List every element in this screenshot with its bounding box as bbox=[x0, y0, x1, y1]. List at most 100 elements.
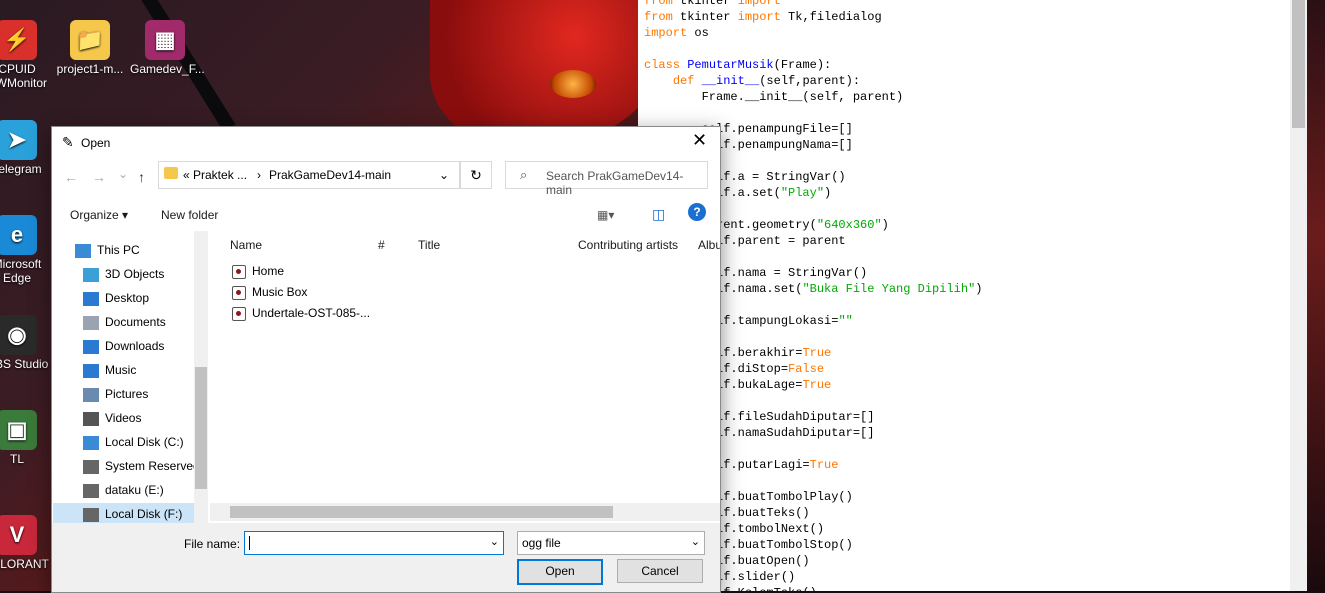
navigation-scrollbar-thumb[interactable] bbox=[195, 367, 207, 489]
desktop-shortcut[interactable]: ⚡ CPUIDHWMonitor bbox=[0, 20, 52, 90]
forward-arrow-icon[interactable]: → bbox=[92, 169, 106, 185]
code-token: (Frame): bbox=[773, 58, 832, 72]
code-token: class bbox=[644, 58, 681, 72]
music-icon bbox=[83, 363, 99, 378]
code-token: "Buka File Yang Dipilih" bbox=[802, 282, 976, 296]
file-list[interactable]: Name # Title Contributing artists Album … bbox=[210, 231, 720, 503]
wallpaper-eye bbox=[550, 70, 596, 98]
nav-item-label: This PC bbox=[97, 243, 140, 257]
code-editor[interactable]: from tkinter import * from tkinter import… bbox=[638, 0, 1290, 591]
address-bar[interactable]: « Praktek ... › PrakGameDev14-main ⌄ bbox=[158, 161, 460, 189]
new-folder-button[interactable]: New folder bbox=[161, 208, 218, 222]
column-header-album[interactable]: Album bbox=[698, 238, 720, 252]
file-row[interactable]: Home bbox=[232, 261, 284, 282]
column-header-number[interactable]: # bbox=[378, 238, 385, 252]
navigation-scrollbar[interactable] bbox=[194, 231, 208, 523]
refresh-button[interactable]: ↻ bbox=[460, 161, 492, 189]
file-name: Music Box bbox=[252, 285, 308, 299]
desktop-shortcut[interactable]: V VALORANT bbox=[0, 515, 52, 571]
file-list-scrollbar-thumb[interactable] bbox=[230, 506, 613, 518]
file-name-input[interactable]: ⌄ bbox=[244, 531, 504, 555]
editor-scrollbar-thumb[interactable] bbox=[1292, 0, 1305, 128]
disk-icon bbox=[83, 483, 99, 498]
video-icon bbox=[83, 411, 99, 426]
organize-button[interactable]: Organize ▾ bbox=[70, 208, 128, 222]
nav-item-label: Music bbox=[105, 363, 137, 377]
app-icon: ▦ bbox=[145, 20, 185, 60]
navigation-pane[interactable]: This PC 3D Objects Desktop Documents Downloa… bbox=[53, 231, 208, 523]
nav-item[interactable]: Pictures bbox=[83, 383, 148, 405]
view-options-icon[interactable]: ▦▾ bbox=[597, 208, 614, 222]
up-arrow-icon[interactable]: ↑ bbox=[138, 169, 145, 185]
cancel-button[interactable]: Cancel bbox=[617, 559, 703, 583]
desktop-shortcut[interactable]: ▣ TL bbox=[0, 410, 52, 466]
file-list-horizontal-scrollbar[interactable] bbox=[210, 503, 720, 521]
audio-file-icon bbox=[232, 285, 246, 300]
nav-item[interactable]: Videos bbox=[83, 407, 141, 429]
file-name: Undertale-OST-085-... bbox=[252, 306, 371, 320]
code-line: def __init__(self,parent): bbox=[638, 73, 860, 89]
code-token: from bbox=[644, 10, 673, 24]
code-token: ) bbox=[824, 186, 832, 200]
search-box[interactable]: ⌕ Search PrakGameDev14-main bbox=[505, 161, 708, 197]
nav-item[interactable]: System Reserved bbox=[83, 455, 200, 477]
column-header-artists[interactable]: Contributing artists bbox=[578, 238, 678, 252]
file-type-dropdown-icon[interactable]: ⌄ bbox=[691, 535, 700, 548]
document-icon bbox=[83, 315, 99, 330]
code-token: import bbox=[737, 10, 781, 24]
nav-item[interactable]: This PC bbox=[75, 239, 140, 261]
file-name-dropdown-icon[interactable]: ⌄ bbox=[490, 535, 499, 548]
breadcrumb-parent[interactable]: « Praktek ... bbox=[183, 168, 247, 182]
close-icon[interactable]: ✕ bbox=[692, 130, 707, 151]
breadcrumb-current[interactable]: PrakGameDev14-main bbox=[269, 168, 391, 182]
disk-icon bbox=[83, 459, 99, 474]
nav-item[interactable]: Desktop bbox=[83, 287, 149, 309]
desktop-shortcut-label: project1-m... bbox=[56, 62, 124, 76]
code-token: False bbox=[788, 362, 825, 376]
code-token: "Play" bbox=[780, 186, 825, 200]
file-row[interactable]: Undertale-OST-085-... bbox=[232, 303, 370, 324]
desktop-shortcut[interactable]: 📁 project1-m... bbox=[55, 20, 125, 76]
back-arrow-icon[interactable]: ← bbox=[64, 169, 78, 185]
nav-item[interactable]: Documents bbox=[83, 311, 166, 333]
desktop-wallpaper-edge bbox=[1307, 0, 1325, 591]
nav-item[interactable]: dataku (E:) bbox=[83, 479, 164, 501]
nav-item-label: Videos bbox=[105, 411, 142, 425]
code-token: tkinter bbox=[672, 0, 738, 8]
column-header-name[interactable]: Name bbox=[230, 238, 262, 252]
dialog-toolbar: Organize ▾ New folder ▦▾ ◫ bbox=[52, 201, 720, 229]
open-button[interactable]: Open bbox=[517, 559, 603, 585]
file-row[interactable]: Music Box bbox=[232, 282, 307, 303]
audio-file-icon bbox=[232, 264, 246, 279]
desktop-shortcut[interactable]: ◉ OBS Studio bbox=[0, 315, 52, 371]
nav-item-label: Local Disk (C:) bbox=[105, 435, 184, 449]
open-file-dialog: ✎ Open ✕ ← → ⌄ ↑ « Praktek ... › PrakGam… bbox=[51, 126, 721, 593]
nav-item[interactable]: Local Disk (F:) bbox=[53, 503, 203, 523]
folder-icon bbox=[164, 167, 178, 179]
editor-scrollbar[interactable] bbox=[1290, 0, 1307, 591]
desktop-shortcut-label: Telegram bbox=[0, 162, 42, 176]
file-type-select[interactable]: ogg file ⌄ bbox=[517, 531, 705, 555]
nav-item[interactable]: Downloads bbox=[83, 335, 164, 357]
nav-item[interactable]: Music bbox=[83, 359, 136, 381]
desktop-shortcut[interactable]: ➤ Telegram bbox=[0, 120, 52, 176]
desktop-shortcut[interactable]: ▦ Gamedev_F... bbox=[130, 20, 205, 76]
code-line: from tkinter import Tk,filedialog bbox=[638, 9, 882, 25]
address-dropdown-icon[interactable]: ⌄ bbox=[439, 168, 449, 182]
desktop-shortcut-label: OBS Studio bbox=[0, 357, 49, 371]
desktop-shortcut-label: Microsoft bbox=[0, 257, 42, 271]
nav-item-label: Downloads bbox=[105, 339, 165, 353]
help-icon[interactable]: ? bbox=[688, 203, 706, 221]
dialog-title-bar[interactable]: ✎ Open ✕ bbox=[52, 127, 720, 159]
nav-item[interactable]: 3D Objects bbox=[83, 263, 164, 285]
pc-icon bbox=[75, 243, 91, 258]
desktop-shortcut[interactable]: e MicrosoftEdge bbox=[0, 215, 52, 285]
code-token: import bbox=[737, 0, 781, 8]
column-header-title[interactable]: Title bbox=[418, 238, 440, 252]
recent-dropdown-icon[interactable]: ⌄ bbox=[118, 167, 128, 181]
nav-item[interactable]: Local Disk (C:) bbox=[83, 431, 184, 453]
nav-item-label: Documents bbox=[105, 315, 166, 329]
code-token: import bbox=[644, 26, 688, 40]
preview-pane-icon[interactable]: ◫ bbox=[652, 206, 665, 223]
